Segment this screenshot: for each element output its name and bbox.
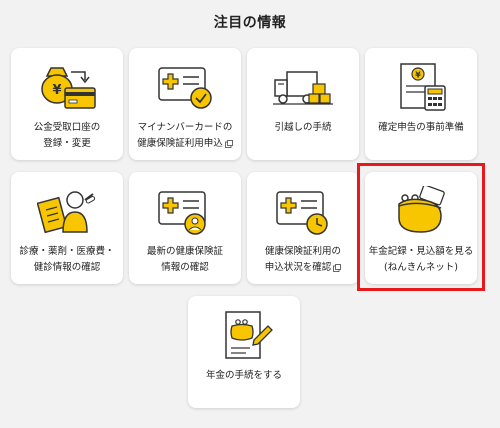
card-label: 年金の手続をする <box>205 370 282 381</box>
highlight-frame <box>357 163 485 291</box>
card-medical-info[interactable]: 診療・薬剤・医療費・ 健診情報の確認 <box>11 172 123 284</box>
card-person-icon <box>158 191 206 235</box>
card-my-number-insurance-apply[interactable]: マイナンバーカードの 健康保険証利用申込 <box>129 48 241 160</box>
external-link-icon <box>333 263 342 272</box>
moving-truck-icon <box>273 71 333 105</box>
card-tax-return-prep[interactable]: ¥ 確定申告の事前準備 <box>365 48 477 160</box>
medical-clipboard-person-icon <box>37 191 96 234</box>
card-check-icon <box>158 67 212 109</box>
card-label: 確定申告の事前準備 <box>378 122 464 133</box>
section-title: 注目の情報 <box>213 15 287 31</box>
card-label: 健康保険証利用の 申込状況を確認 <box>264 246 342 273</box>
card-label: 診療・薬剤・医療費・ 健診情報の確認 <box>19 246 115 273</box>
svg-text:¥: ¥ <box>52 83 61 98</box>
card-moving-procedures[interactable]: 引越しの手続 <box>247 48 359 160</box>
card-latest-insurance-info[interactable]: 最新の健康保険証 情報の確認 <box>129 172 241 284</box>
card-public-fund-account[interactable]: ¥ 公金受取口座の 登録・変更 <box>11 48 123 160</box>
purse-document-pencil-icon <box>225 311 273 359</box>
card-clock-icon <box>276 191 328 235</box>
svg-text:¥: ¥ <box>415 71 421 80</box>
yen-bag-card-icon: ¥ <box>41 67 96 109</box>
external-link-icon <box>224 139 233 148</box>
card-pension-procedures[interactable]: 年金の手続をする <box>188 296 300 408</box>
card-label: 最新の健康保険証 情報の確認 <box>146 246 223 273</box>
card-label: マイナンバーカードの 健康保険証利用申込 <box>137 122 233 149</box>
card-label: 公金受取口座の 登録・変更 <box>33 122 101 149</box>
card-label: 引越しの手続 <box>274 122 332 133</box>
card-insurance-apply-status[interactable]: 健康保険証利用の 申込状況を確認 <box>247 172 359 284</box>
tax-document-calculator-icon: ¥ <box>400 63 446 111</box>
